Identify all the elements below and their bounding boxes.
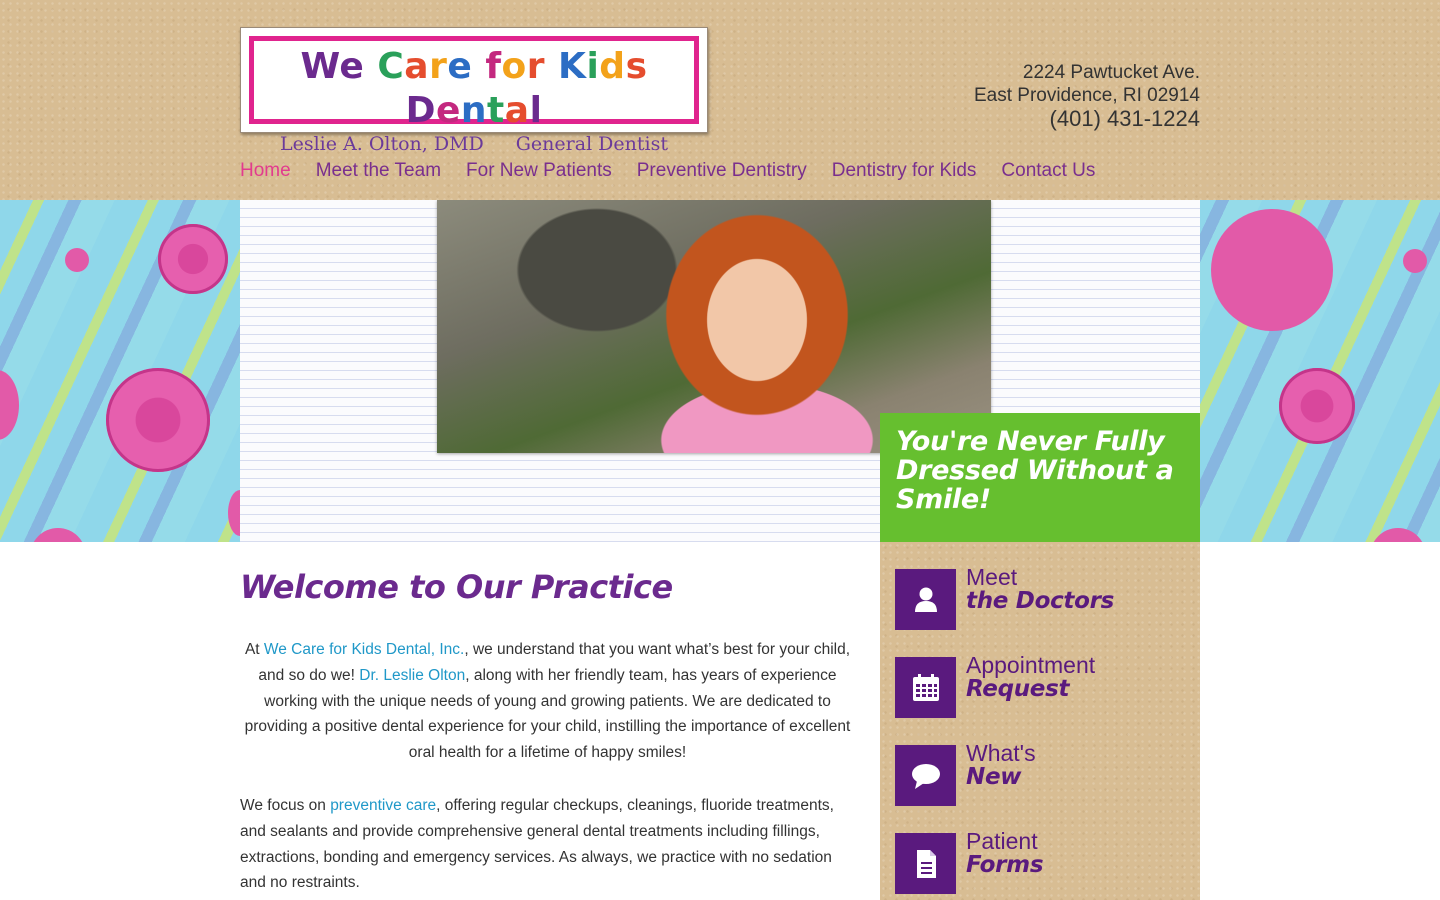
decorative-dot [1211, 209, 1333, 331]
decorative-dot [106, 368, 210, 472]
patient-forms-line2: Forms [966, 852, 1044, 878]
address-street: 2224 Pawtucket Ave. [1022, 62, 1200, 83]
user-icon [895, 569, 956, 630]
calendar-icon [895, 657, 956, 718]
quick-links-sidebar: Meet the Doctors Appointment Request Wha… [880, 542, 1200, 900]
appointment-request-line1: Appointment [966, 652, 1096, 678]
tagline-text: You're Never Fully Dressed Without a Smi… [896, 426, 1174, 515]
logo-specialty: General Dentist [515, 133, 668, 155]
site-header: We Care for Kids Dental Leslie A. Olton,… [0, 0, 1440, 200]
whats-new-link[interactable]: What's New [895, 741, 1185, 807]
practice-link[interactable]: We Care for Kids Dental, Inc. [264, 641, 464, 658]
phone-link[interactable]: (401) 431-1224 [974, 107, 1200, 131]
meet-the-doctors-line2: the Doctors [966, 588, 1115, 614]
logo[interactable]: We Care for Kids Dental Leslie A. Olton,… [240, 27, 708, 155]
decorative-dot [1403, 249, 1427, 273]
decorative-dot [158, 224, 228, 294]
decorative-dot [65, 248, 89, 272]
logo-doctor-name: Leslie A. Olton, DMD [279, 133, 484, 155]
meet-the-doctors-line1: Meet [966, 564, 1018, 590]
whats-new-label: What's New [966, 741, 1036, 789]
whats-new-line2: New [966, 764, 1022, 790]
appointment-request-link[interactable]: Appointment Request [895, 653, 1185, 719]
speech-bubble-icon [895, 745, 956, 806]
patient-forms-label: Patient Forms [966, 828, 1044, 878]
patient-forms-link[interactable]: Patient Forms [895, 829, 1185, 895]
logo-title: We Care for Kids Dental [300, 46, 648, 131]
appointment-request-label: Appointment Request [966, 653, 1095, 701]
nav-dentistry-for-kids[interactable]: Dentistry for Kids [832, 158, 977, 184]
decorative-dot [0, 370, 19, 440]
nav-for-new-patients[interactable]: For New Patients [466, 158, 612, 184]
logo-frame: We Care for Kids Dental Leslie A. Olton,… [249, 36, 699, 155]
preventive-care-link[interactable]: preventive care [330, 797, 436, 814]
nav-contact-us[interactable]: Contact Us [1001, 158, 1095, 184]
page-title: Welcome to Our Practice [240, 568, 673, 606]
logo-subtitle: Leslie A. Olton, DMD General Dentist [254, 133, 694, 155]
main-content: Welcome to Our Practice At We Care for K… [240, 542, 855, 900]
intro-text: At [244, 641, 264, 658]
services-text: We focus on [240, 796, 331, 814]
hero-tagline: You're Never Fully Dressed Without a Smi… [880, 413, 1200, 542]
nav-home[interactable]: Home [240, 158, 291, 184]
appointment-request-line2: Request [966, 676, 1070, 702]
nav-preventive-dentistry[interactable]: Preventive Dentistry [637, 158, 807, 184]
doctor-link[interactable]: Dr. Leslie Olton [359, 667, 465, 684]
decorative-dot [30, 528, 86, 542]
hero-banner [0, 200, 1440, 542]
main-nav: Home Meet the Team For New Patients Prev… [240, 158, 1095, 184]
patient-forms-line1: Patient [966, 828, 1038, 854]
services-paragraph: We focus on preventive care, offering re… [240, 793, 855, 896]
decorative-dot [1279, 368, 1355, 444]
contact-address: 2224 Pawtucket Ave. East Providence, RI … [974, 61, 1200, 131]
meet-the-doctors-label: Meet the Doctors [966, 565, 1114, 613]
document-icon [895, 833, 956, 894]
decorative-dot [1370, 528, 1426, 542]
intro-paragraph: At We Care for Kids Dental, Inc., we und… [240, 637, 855, 766]
address-city: East Providence, RI 02914 [973, 85, 1200, 106]
meet-the-doctors-link[interactable]: Meet the Doctors [895, 565, 1185, 631]
whats-new-line1: What's [966, 740, 1036, 766]
nav-meet-the-team[interactable]: Meet the Team [316, 158, 441, 184]
